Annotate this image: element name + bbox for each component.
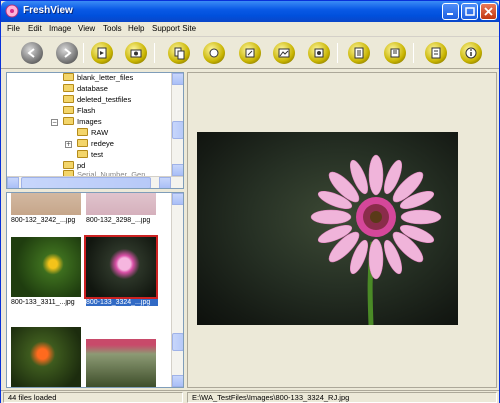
back-icon — [27, 48, 35, 58]
minimize-button[interactable] — [442, 3, 459, 20]
camera-icon — [130, 49, 142, 58]
menu-help[interactable]: Help — [128, 24, 144, 33]
preview-image[interactable] — [197, 132, 458, 325]
copy-icon — [174, 47, 185, 60]
app-window: FreshView File Edit Image View Tools Hel… — [0, 0, 500, 403]
tree-item-images[interactable]: Images — [63, 117, 102, 128]
minimize-icon — [447, 13, 453, 15]
slideshow-button[interactable] — [91, 42, 113, 64]
maximize-icon — [465, 7, 475, 16]
copy-button[interactable] — [168, 42, 190, 64]
flower-photo — [310, 154, 442, 325]
export-button[interactable] — [384, 42, 406, 64]
properties-icon — [431, 47, 441, 59]
tree-item[interactable]: database — [63, 84, 108, 95]
close-icon — [484, 7, 493, 16]
file-path-status: E:\WA_TestFiles\Images\800-133_3324_RJ.j… — [187, 392, 497, 403]
properties-button[interactable] — [425, 42, 447, 64]
folder-icon — [63, 84, 74, 92]
folder-icon — [77, 150, 88, 158]
folder-open-icon — [63, 117, 74, 125]
scroll-thumb[interactable] — [172, 333, 183, 351]
folder-icon — [63, 73, 74, 81]
thumbnail-image — [86, 327, 156, 387]
scroll-thumb[interactable] — [21, 177, 151, 188]
menu-edit[interactable]: Edit — [28, 24, 42, 33]
move-button[interactable] — [203, 42, 225, 64]
thumbnail-image — [11, 237, 81, 297]
file-count-status: 44 files loaded — [3, 392, 183, 403]
collapse-toggle[interactable]: − — [51, 119, 58, 126]
folder-icon — [63, 95, 74, 103]
thumbnail-image — [11, 193, 81, 215]
photo-button[interactable] — [273, 42, 295, 64]
print-icon — [354, 47, 364, 59]
scroll-down-button[interactable] — [172, 164, 183, 176]
info-icon — [465, 47, 477, 59]
thumbnail-image — [11, 327, 81, 387]
menu-support-site[interactable]: Support Site — [152, 24, 196, 33]
photo-icon — [278, 48, 290, 58]
tree-item[interactable]: deleted_testfiles — [63, 95, 131, 106]
scroll-right-button[interactable] — [159, 177, 171, 188]
tree-item[interactable]: Flash — [63, 106, 95, 117]
toolbar-separator — [337, 43, 338, 63]
info-button[interactable] — [460, 42, 482, 64]
toolbar-separator — [83, 43, 84, 63]
tree-item[interactable]: redeye — [77, 139, 114, 150]
menu-image[interactable]: Image — [49, 24, 71, 33]
toolbar-separator — [413, 43, 414, 63]
move-icon — [209, 48, 219, 58]
scroll-thumb[interactable] — [172, 121, 183, 139]
scroll-up-button[interactable] — [172, 193, 183, 205]
title-bar[interactable]: FreshView — [1, 1, 499, 22]
folder-icon — [63, 161, 74, 169]
expand-toggle[interactable]: + — [65, 141, 72, 148]
menu-tools[interactable]: Tools — [103, 24, 122, 33]
forward-button[interactable] — [56, 42, 78, 64]
folder-tree: blank_letter_files database deleted_test… — [6, 72, 184, 189]
status-bar: 44 files loaded E:\WA_TestFiles\Images\8… — [1, 390, 499, 403]
camera-button[interactable] — [125, 42, 147, 64]
maximize-button[interactable] — [461, 3, 478, 20]
folder-icon — [63, 106, 74, 114]
thumbnail-image — [84, 235, 158, 299]
tree-vertical-scrollbar[interactable] — [171, 73, 183, 176]
scroll-left-button[interactable] — [7, 177, 19, 188]
tree-item[interactable]: blank_letter_files — [63, 73, 133, 84]
audio-button[interactable] — [308, 42, 330, 64]
tree-horizontal-scrollbar[interactable] — [7, 176, 183, 188]
audio-icon — [314, 48, 324, 58]
window-title: FreshView — [23, 5, 73, 16]
print-button[interactable] — [348, 42, 370, 64]
export-icon — [390, 48, 400, 58]
scroll-down-button[interactable] — [172, 375, 183, 387]
menu-view[interactable]: View — [78, 24, 95, 33]
thumbnail-image — [86, 193, 156, 215]
toolbar-separator — [154, 43, 155, 63]
thumbnail-pane: 800-132_3242_...jpg 800-132_3298_...jpg … — [6, 192, 184, 388]
scroll-up-button[interactable] — [172, 73, 183, 85]
toolbar — [1, 37, 499, 69]
thumbnail-vertical-scrollbar[interactable] — [171, 193, 183, 387]
menu-bar: File Edit Image View Tools Help Support … — [1, 22, 499, 37]
folder-icon — [77, 139, 88, 147]
back-button[interactable] — [21, 42, 43, 64]
app-icon — [5, 4, 19, 18]
tree-item[interactable]: test — [77, 150, 103, 161]
tree-item[interactable]: RAW — [77, 128, 108, 139]
folder-icon — [77, 128, 88, 136]
forward-icon — [64, 48, 72, 58]
slideshow-icon — [97, 47, 107, 59]
rename-icon — [245, 48, 255, 58]
menu-file[interactable]: File — [7, 24, 20, 33]
close-button[interactable] — [480, 3, 497, 20]
rename-button[interactable] — [239, 42, 261, 64]
